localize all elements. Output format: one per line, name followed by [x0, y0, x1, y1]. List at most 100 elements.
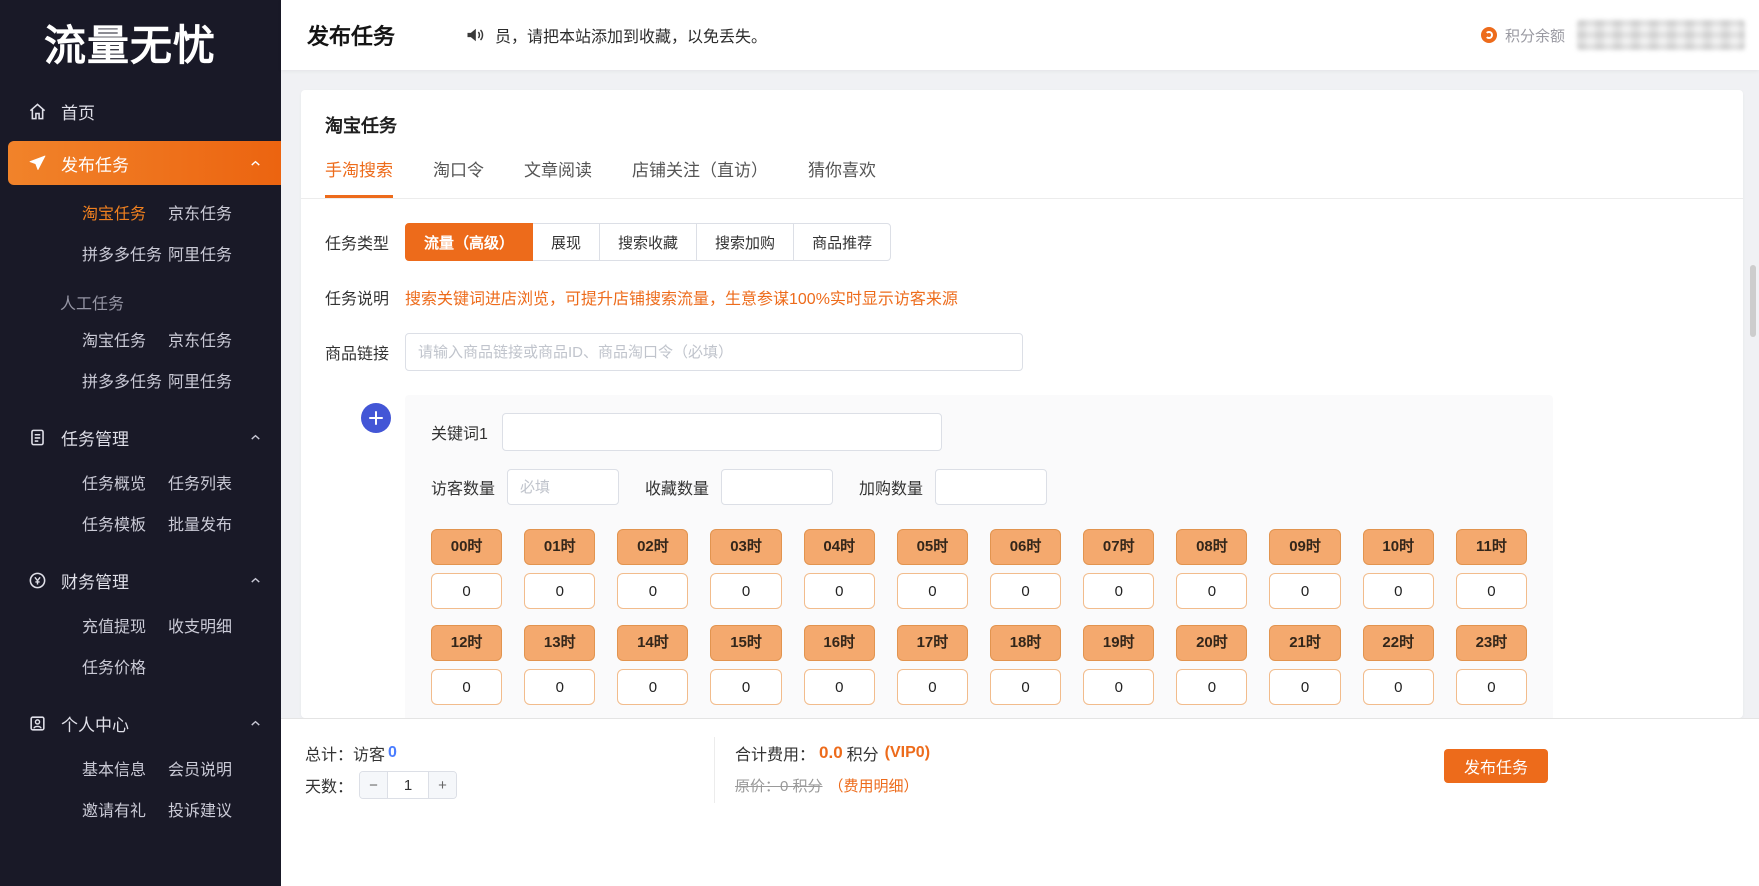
fee-detail-link[interactable]: （费用明细） — [829, 775, 919, 796]
user-card-icon — [28, 714, 47, 733]
sidebar-sub-task-price[interactable]: 任务价格 — [82, 654, 146, 678]
hour-cell: 08时 — [1176, 529, 1248, 609]
hour-cell: 19时 — [1083, 625, 1155, 705]
send-icon — [28, 154, 47, 173]
type-search-collect-button[interactable]: 搜索收藏 — [599, 223, 698, 261]
tab-guess-you-like[interactable]: 猜你喜欢 — [808, 156, 876, 198]
hour-cell: 13时 — [524, 625, 596, 705]
sidebar-item-finance-management[interactable]: 财务管理 — [0, 558, 281, 602]
hour-count-input[interactable] — [710, 669, 782, 705]
collect-count-label: 收藏数量 — [645, 481, 710, 498]
announcement-bar: 员，请把本站添加到收藏，以免丢失。 — [465, 23, 767, 47]
sidebar-item-home[interactable]: 首页 — [0, 89, 281, 133]
collect-count-input[interactable] — [721, 469, 834, 505]
hour-count-input[interactable] — [1083, 669, 1155, 705]
hour-count-input[interactable] — [1362, 573, 1434, 609]
sidebar-sub-publish-jd[interactable]: 京东任务 — [168, 200, 232, 224]
type-product-recommend-button[interactable]: 商品推荐 — [793, 223, 892, 261]
days-minus-button[interactable]: − — [360, 772, 389, 798]
sidebar-sub-complaint-suggest[interactable]: 投诉建议 — [168, 797, 232, 821]
sidebar-sub-manual-pdd[interactable]: 拼多多任务 — [82, 368, 162, 392]
hour-count-input[interactable] — [803, 573, 875, 609]
hour-label: 17时 — [896, 625, 968, 661]
hour-count-input[interactable] — [1455, 669, 1527, 705]
hour-count-input[interactable] — [710, 573, 782, 609]
total-visitors-label: 总计：访客 — [305, 747, 386, 764]
hour-count-input[interactable] — [989, 573, 1062, 609]
sidebar-sub-publish-ali[interactable]: 阿里任务 — [168, 241, 232, 265]
tab-mobile-taobao-search[interactable]: 手淘搜索 — [325, 156, 393, 198]
sidebar-sub-income-expense[interactable]: 收支明细 — [168, 613, 232, 637]
page-title: 发布任务 — [307, 24, 396, 49]
product-link-input[interactable] — [405, 333, 1023, 371]
task-management-submenu: 任务概览 任务列表 任务模板 批量发布 — [0, 459, 281, 546]
tab-article-read[interactable]: 文章阅读 — [524, 156, 592, 198]
hour-count-input[interactable] — [989, 669, 1062, 705]
hour-count-input[interactable] — [524, 669, 596, 705]
add-keyword-button[interactable] — [361, 403, 391, 433]
cart-count-input[interactable] — [935, 469, 1048, 505]
hour-count-input[interactable] — [1083, 573, 1155, 609]
hour-count-input[interactable] — [617, 573, 689, 609]
sidebar-sub-task-list[interactable]: 任务列表 — [168, 470, 232, 494]
hour-count-input[interactable] — [431, 573, 503, 609]
sidebar-sub-member-guide[interactable]: 会员说明 — [168, 756, 232, 780]
sidebar-sub-batch-publish[interactable]: 批量发布 — [168, 511, 232, 535]
hour-cell: 05时 — [896, 529, 968, 609]
balance-value-blurred — [1577, 20, 1745, 50]
hour-count-input[interactable] — [617, 669, 689, 705]
tab-taokouling[interactable]: 淘口令 — [433, 156, 484, 198]
days-plus-button[interactable]: + — [428, 772, 457, 798]
scrollbar-thumb[interactable] — [1750, 265, 1756, 337]
hour-label: 22时 — [1362, 625, 1434, 661]
sidebar-sub-invite-reward[interactable]: 邀请有礼 — [82, 797, 146, 821]
summary-footer: 总计：访客 0 天数： − + 合计费用： 0.0 积分 (VIP0) 原价：0… — [281, 718, 1759, 886]
hour-label: 12时 — [431, 625, 503, 661]
hour-cell: 10时 — [1362, 529, 1434, 609]
hour-cell: 12时 — [431, 625, 503, 705]
days-label: 天数： — [305, 779, 354, 796]
hour-count-input[interactable] — [896, 669, 968, 705]
hour-count-input[interactable] — [1269, 573, 1341, 609]
hour-cell: 23时 — [1455, 625, 1527, 705]
type-traffic-advanced-button[interactable]: 流量（高级） — [405, 223, 534, 261]
type-impression-button[interactable]: 展现 — [532, 223, 601, 261]
type-search-cart-button[interactable]: 搜索加购 — [696, 223, 795, 261]
sidebar-item-personal-center[interactable]: 个人中心 — [0, 701, 281, 745]
hour-count-input[interactable] — [1176, 669, 1248, 705]
visitor-count-input[interactable] — [507, 469, 620, 505]
keyword-input[interactable] — [501, 413, 942, 451]
sidebar-sub-publish-taobao[interactable]: 淘宝任务 — [82, 200, 146, 224]
hour-count-input[interactable] — [431, 669, 503, 705]
sidebar-sub-task-template[interactable]: 任务模板 — [82, 511, 146, 535]
keyword-input-row: 关键词1 — [431, 413, 1527, 451]
visitor-count-label: 访客数量 — [431, 481, 496, 498]
hour-count-input[interactable] — [803, 669, 875, 705]
hour-count-input[interactable] — [1455, 573, 1527, 609]
tab-shop-follow[interactable]: 店铺关注（直访） — [632, 156, 768, 198]
hour-count-input[interactable] — [524, 573, 596, 609]
footer-fee: 合计费用： 0.0 积分 (VIP0) 原价：0 积分 （费用明细） — [714, 737, 930, 803]
total-visitors-value: 0 — [388, 744, 397, 761]
sidebar-sub-publish-pdd[interactable]: 拼多多任务 — [82, 241, 162, 265]
sidebar-item-task-management[interactable]: 任务管理 — [0, 415, 281, 459]
task-type-label: 任务类型 — [325, 236, 390, 253]
sidebar-sub-task-overview[interactable]: 任务概览 — [82, 470, 146, 494]
coin-icon — [28, 571, 47, 590]
sidebar-sub-manual-taobao[interactable]: 淘宝任务 — [82, 327, 146, 351]
hour-label: 07时 — [1083, 529, 1155, 565]
finance-submenu: 充值提现 收支明细 任务价格 — [0, 602, 281, 689]
sidebar-sub-manual-jd[interactable]: 京东任务 — [168, 327, 232, 351]
publish-task-button[interactable]: 发布任务 — [1443, 749, 1548, 783]
hour-cell: 22时 — [1362, 625, 1434, 705]
hour-count-input[interactable] — [1176, 573, 1248, 609]
sidebar-item-publish-task[interactable]: 发布任务 — [8, 141, 281, 185]
sidebar-sub-basic-info[interactable]: 基本信息 — [82, 756, 146, 780]
sidebar-sub-manual-ali[interactable]: 阿里任务 — [168, 368, 232, 392]
sidebar-sub-recharge-withdraw[interactable]: 充值提现 — [82, 613, 146, 637]
hour-count-input[interactable] — [1269, 669, 1341, 705]
hour-count-input[interactable] — [896, 573, 968, 609]
sidebar: 流量无忧 首页 发布任务 淘宝任务 京东任务 拼多多任务 阿里任务 人工任务 淘… — [0, 0, 281, 886]
hour-count-input[interactable] — [1362, 669, 1434, 705]
days-value-input[interactable] — [388, 772, 429, 798]
